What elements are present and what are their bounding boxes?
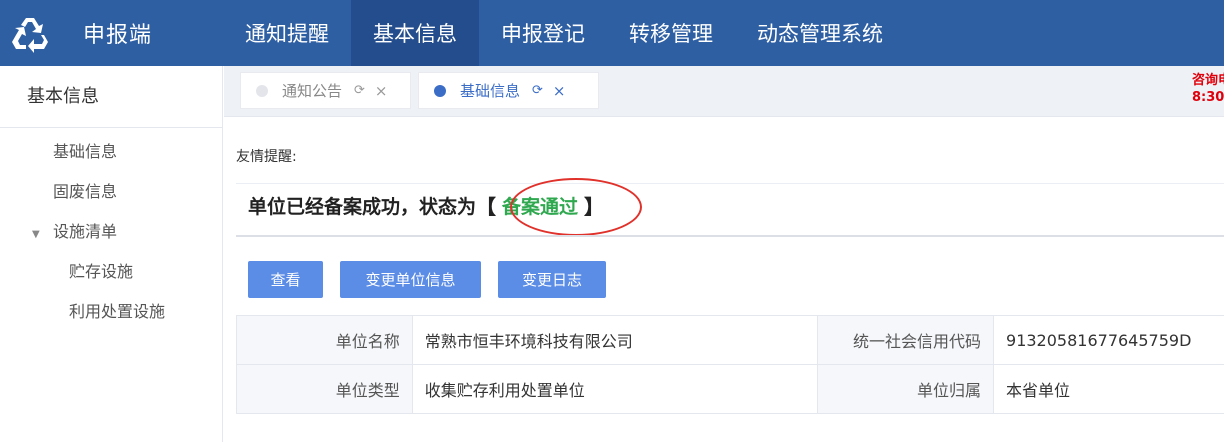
sidebar-item-basic-info[interactable]: 基础信息 [0,132,222,172]
tab-basic-info[interactable]: 基础信息 ⟳ × [418,72,599,109]
brand: 申报端 [0,0,223,66]
app-title: 申报端 [83,23,153,48]
close-icon[interactable]: × [553,82,566,100]
tab-dot-icon [434,84,446,97]
unit-type-label: 单位类型 [236,364,413,414]
unit-info-table: 单位名称 常熟市恒丰环境科技有限公司 统一社会信用代码 913205816776… [236,315,1224,414]
sidebar-item-label: 设施清单 [53,222,118,241]
unit-name-value: 常熟市恒丰环境科技有限公司 [411,315,819,365]
change-log-button[interactable]: 变更日志 [498,261,606,298]
change-info-button[interactable]: 变更单位信息 [340,261,481,298]
sidebar-item-solid-waste[interactable]: 固废信息 [0,172,222,212]
view-button[interactable]: 查看 [248,261,323,298]
divider [236,235,1224,237]
top-navbar: 申报端 通知提醒 基本信息 申报登记 转移管理 动态管理系统 [0,0,1224,66]
sidebar: 基本信息 基础信息 固废信息 ▼ 设施清单 贮存设施 利用处置设施 [0,66,223,442]
status-prefix: 单位已经备案成功，状态为 [248,196,477,218]
table-row: 单位名称 常熟市恒丰环境科技有限公司 统一社会信用代码 913205816776… [236,315,1224,365]
close-icon[interactable]: × [375,82,388,100]
bracket-open: 【 [476,195,497,219]
nav-dynamic[interactable]: 动态管理系统 [735,0,905,66]
nav-basic-info[interactable]: 基本信息 [351,0,479,66]
sidebar-item-facility-list[interactable]: ▼ 设施清单 [0,212,222,252]
tab-strip: 通知公告 ⟳ × 基础信息 ⟳ × 咨询电话 8:30- [224,66,1224,117]
sidebar-title: 基本信息 [0,66,222,128]
sidebar-item-storage-facility[interactable]: 贮存设施 [0,252,222,292]
nav-notice[interactable]: 通知提醒 [223,0,351,66]
table-row: 单位类型 收集贮存利用处置单位 单位归属 本省单位 [236,364,1224,414]
reminder-label: 友情提醒: [236,149,297,165]
divider [236,183,1224,184]
tab-label: 基础信息 [460,82,521,100]
tab-notice[interactable]: 通知公告 ⟳ × [240,72,411,109]
refresh-icon[interactable]: ⟳ [354,83,365,98]
consult-line-2: 8:30- [1192,90,1224,105]
main-nav: 通知提醒 基本信息 申报登记 转移管理 动态管理系统 [223,0,905,66]
refresh-icon[interactable]: ⟳ [532,83,543,98]
sidebar-item-disposal-facility[interactable]: 利用处置设施 [0,292,222,332]
tab-dot-icon [256,84,268,97]
recycle-icon [10,13,50,53]
consult-line-1: 咨询电话 [1192,73,1224,88]
credit-code-value: 91320581677645759D [993,315,1224,365]
caret-down-icon: ▼ [32,229,40,240]
unit-type-value: 收集贮存利用处置单位 [411,364,819,414]
nav-declare[interactable]: 申报登记 [479,0,607,66]
tab-label: 通知公告 [282,82,343,100]
unit-belong-value: 本省单位 [993,364,1224,414]
highlight-circle [510,178,642,236]
credit-code-label: 统一社会信用代码 [817,315,995,365]
unit-belong-label: 单位归属 [817,364,995,414]
unit-name-label: 单位名称 [236,315,413,365]
nav-transfer[interactable]: 转移管理 [607,0,735,66]
consult-notice: 咨询电话 8:30- [1192,72,1224,106]
